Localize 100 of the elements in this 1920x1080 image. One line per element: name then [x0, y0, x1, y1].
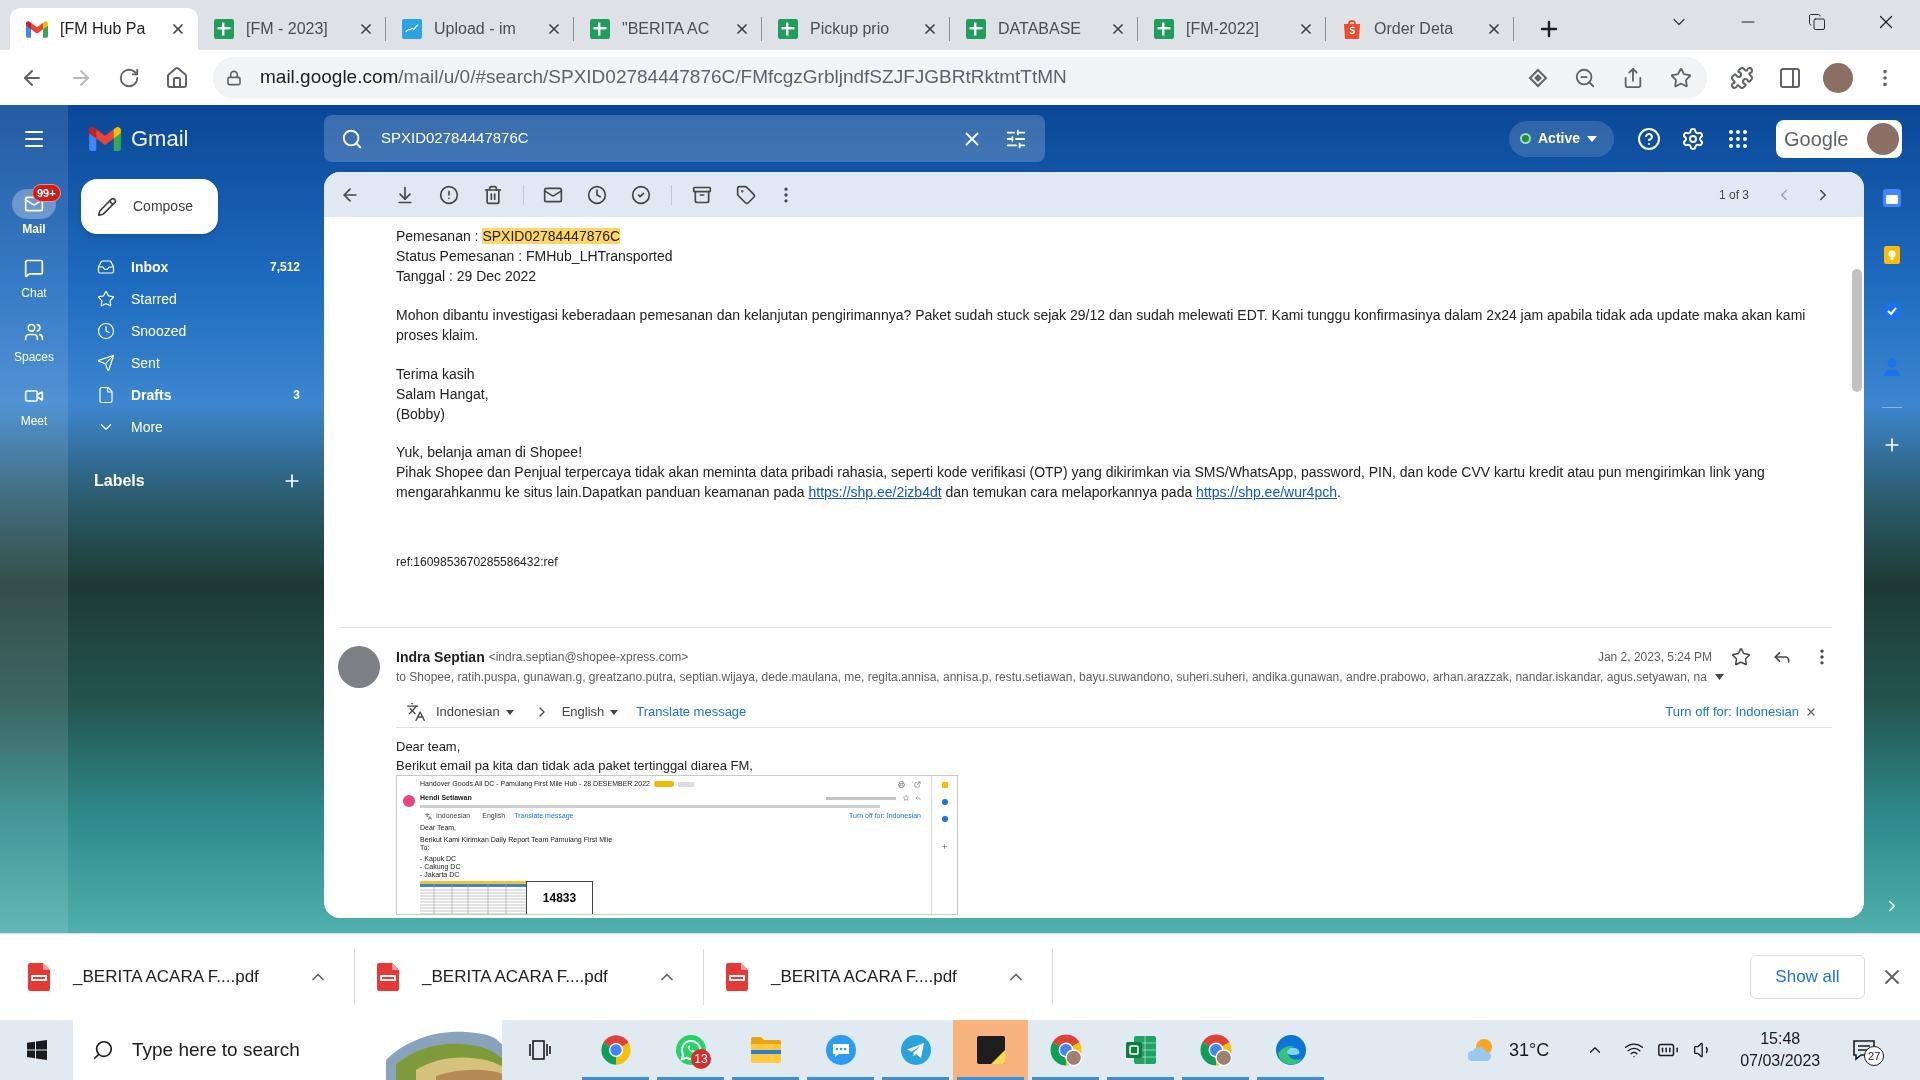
close-icon[interactable]: [1110, 21, 1126, 37]
search-field[interactable]: SPXID02784447876C: [324, 115, 1045, 162]
safety-guide-link[interactable]: https://shp.ee/2izb4dt: [808, 484, 942, 500]
close-icon[interactable]: [358, 21, 374, 37]
settings-icon[interactable]: [1681, 126, 1705, 151]
close-icon[interactable]: [1805, 706, 1817, 718]
lightbulb-note-icon[interactable]: [1882, 245, 1902, 265]
show-all-button[interactable]: Show all: [1750, 955, 1865, 999]
diamond-icon[interactable]: [1528, 67, 1548, 88]
message-body-line: Dear team,: [396, 738, 462, 756]
trash-icon[interactable]: [483, 184, 503, 205]
puzzle-icon[interactable]: [1730, 65, 1754, 90]
browser-tab[interactable]: Order Deta: [1326, 8, 1514, 50]
calendar-icon[interactable]: [1882, 188, 1902, 208]
browser-tab[interactable]: Pickup prio: [762, 8, 950, 50]
arrow-down-to-line-icon[interactable]: [395, 184, 415, 205]
turn-off-translation-link[interactable]: Turn off for: Indonesian: [1665, 702, 1799, 722]
profile-avatar[interactable]: [1823, 62, 1853, 93]
reload-icon[interactable]: [118, 66, 140, 89]
archive-box-icon[interactable]: [692, 184, 712, 205]
paper-plane-icon: [899, 1034, 932, 1066]
spreadsheet-icon: [590, 19, 610, 39]
caret-down-icon[interactable]: [1714, 674, 1724, 680]
address-bar[interactable]: mail.google.com/mail/u/0/#search/SPXID02784447876C/FMfcgzGrbljndfSZJFJGBRtRktmtTtMN: [213, 56, 1707, 99]
browser-tab[interactable]: Upload - im: [386, 8, 574, 50]
spreadsheet-app-icon: [1124, 1035, 1157, 1065]
download-item[interactable]: _BERITA ACARA F....pdf: [28, 963, 259, 991]
check-circle-icon[interactable]: [1882, 301, 1902, 321]
label-chip-icon: [653, 781, 674, 788]
spreadsheet-icon: [966, 19, 986, 39]
close-icon[interactable]: [734, 21, 750, 37]
share-icon[interactable]: [1622, 66, 1644, 89]
square-note-icon: [941, 782, 948, 788]
windows-logo-icon[interactable]: [26, 1040, 47, 1060]
browser-icon: [599, 1034, 632, 1066]
rail-item[interactable]: Spaces: [6, 314, 62, 378]
close-icon[interactable]: [1298, 21, 1314, 37]
close-icon[interactable]: [922, 21, 938, 37]
check-circle-icon[interactable]: [631, 184, 651, 205]
closing-line: Terima kasih: [396, 365, 476, 384]
browser-tab[interactable]: [FM-2022]: [1138, 8, 1326, 50]
task-view-icon: [528, 1038, 552, 1062]
pdf-file-icon: [377, 963, 399, 991]
scrollbar-thumb[interactable]: [1852, 269, 1862, 392]
side-panel-icon[interactable]: [1778, 65, 1802, 90]
taskbar-button[interactable]: [953, 1020, 1028, 1080]
download-item[interactable]: _BERITA ACARA F....pdf: [377, 963, 608, 991]
search-icon: [92, 1039, 114, 1061]
restore-icon[interactable]: [1807, 13, 1826, 31]
recipients-text: to Shopee, ratih.puspa, gunawan.g, greatzano.putra, septian.wijaya, dede.maulana, me, regita.annisa, annisa.p, restu.setiawan, bayu.suwandono, suheri.suheri, andika.gunawan, andre.prabowo, arhan.arazzak, nandar.iskandar, agus.setyawan, na: [396, 669, 1707, 686]
taskbar-search-field[interactable]: Type here to search: [73, 1020, 502, 1080]
dropdown-caret-icon: [505, 709, 514, 715]
dropdown-caret-icon: [610, 709, 619, 715]
browser-tab[interactable]: DATABASE: [950, 8, 1138, 50]
home-icon[interactable]: [165, 65, 189, 90]
swirl-browser-icon: [1274, 1034, 1307, 1066]
report-guide-link[interactable]: https://shp.ee/wur4pch: [1196, 484, 1337, 500]
translate-message-link[interactable]: Translate message: [636, 702, 747, 722]
clock-icon: [97, 322, 115, 340]
close-icon[interactable]: [170, 21, 186, 37]
browser-tab[interactable]: [FM Hub Pa: [10, 8, 198, 50]
bookmark-star-icon[interactable]: [1670, 66, 1692, 89]
nav-item[interactable]: Inbox 7,512: [68, 251, 324, 283]
inbox-icon: [97, 258, 115, 276]
target-language-dropdown[interactable]: English: [561, 702, 619, 722]
rail-item[interactable]: Meet: [6, 378, 62, 442]
help-icon[interactable]: [1637, 126, 1661, 151]
taskbar-button[interactable]: 13: [653, 1020, 728, 1080]
exclamation-circle-icon[interactable]: [439, 184, 459, 205]
close-icon[interactable]: [1486, 21, 1502, 37]
star-icon: [97, 290, 115, 308]
temperature-text[interactable]: 31°C: [1509, 1036, 1550, 1064]
close-icon[interactable]: [546, 21, 562, 37]
zoom-out-icon[interactable]: [1574, 66, 1596, 89]
rail-item[interactable]: 99+ Mail: [6, 186, 62, 250]
pdf-file-icon: [28, 963, 50, 991]
sender-email: <indra.septian@shopee-xpress.com>: [488, 649, 689, 666]
chat-bubble-icon: [24, 258, 44, 278]
browser-tab[interactable]: "BERITA AC: [574, 8, 762, 50]
account-switcher[interactable]: Google: [1776, 119, 1902, 158]
rail-item[interactable]: Chat: [6, 250, 62, 314]
browser-profile-icon: [1048, 1033, 1083, 1067]
nav-item[interactable]: Sent: [68, 347, 324, 379]
closing-line: (Bobby): [396, 405, 447, 424]
star-icon[interactable]: [1731, 647, 1751, 667]
browser-tab[interactable]: [FM - 2023]: [198, 8, 386, 50]
folder-icon: [749, 1036, 782, 1064]
pdf-file-icon: [726, 963, 748, 991]
source-language-dropdown[interactable]: Indonesian: [436, 702, 514, 722]
nav-item[interactable]: More: [68, 411, 324, 443]
sliders-icon[interactable]: [1005, 127, 1027, 150]
nav-item[interactable]: Starred: [68, 283, 324, 315]
tag-icon[interactable]: [736, 184, 756, 205]
clock-icon[interactable]: [587, 184, 607, 205]
nav-item[interactable]: Snoozed: [68, 315, 324, 347]
clock[interactable]: 15:48 07/03/2023: [1732, 1028, 1829, 1072]
status-button[interactable]: Active: [1509, 120, 1614, 157]
download-item[interactable]: _BERITA ACARA F....pdf: [726, 963, 957, 991]
nav-item[interactable]: Drafts 3: [68, 379, 324, 411]
compose-button[interactable]: Compose: [81, 179, 218, 234]
